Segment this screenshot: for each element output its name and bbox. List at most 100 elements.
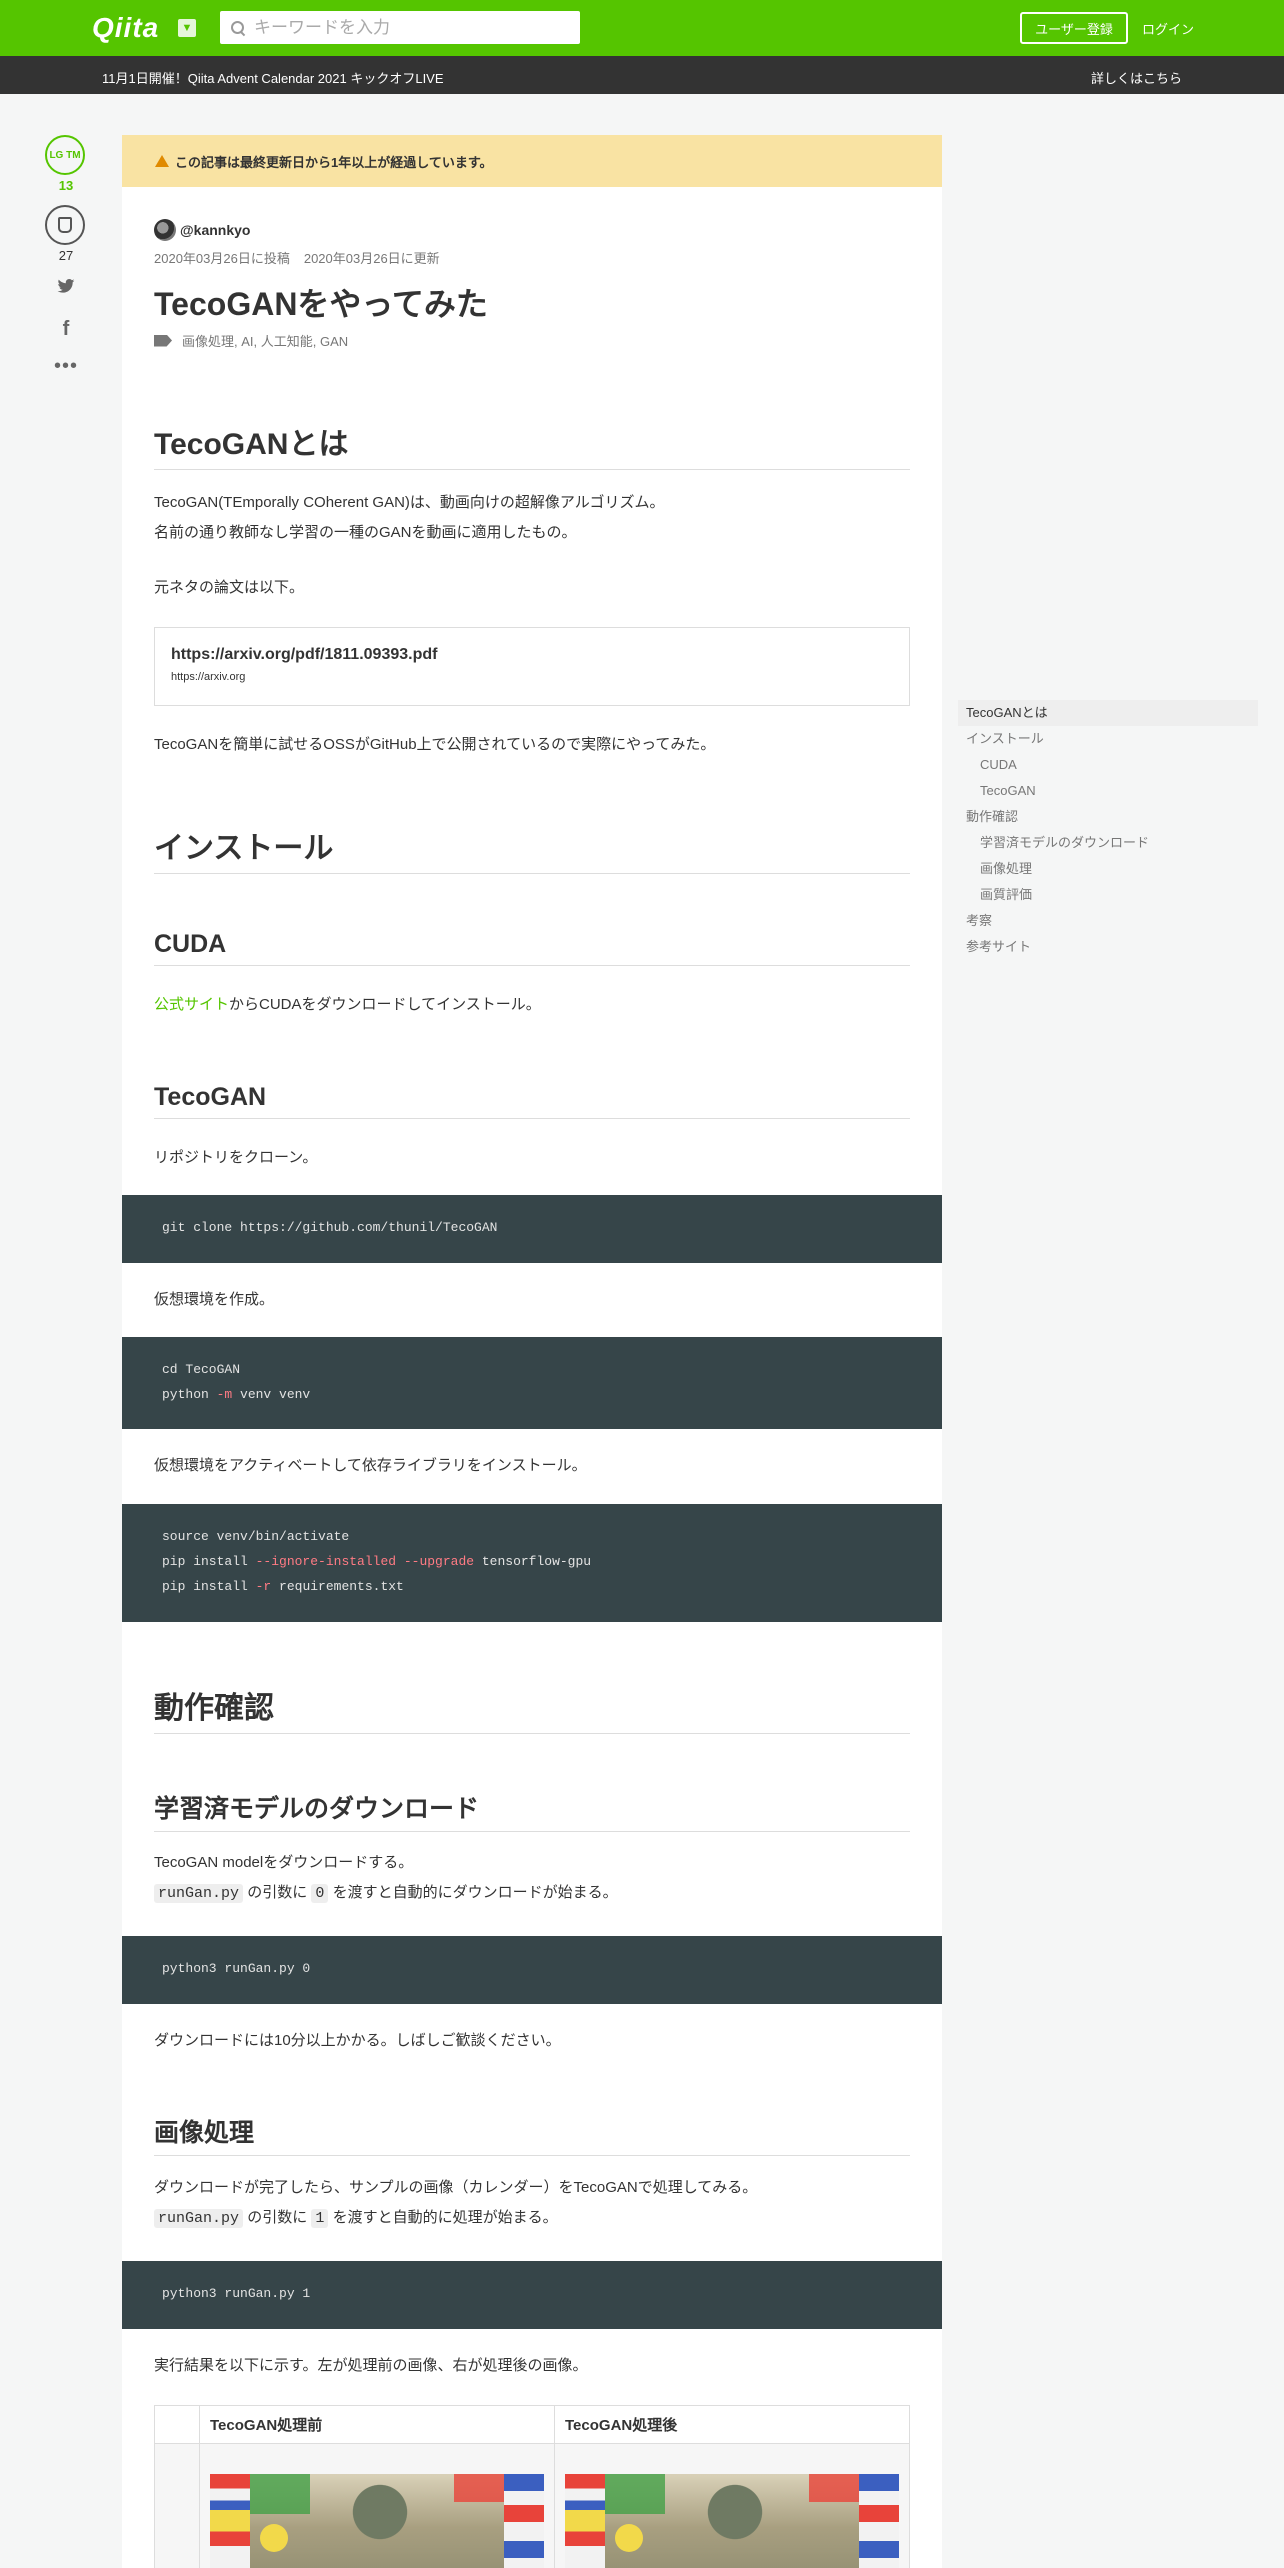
qiita-logo[interactable]: Qiita — [92, 12, 159, 44]
page-title: TecoGANをやってみた — [154, 286, 488, 322]
text-line: TecoGAN(TEmporally COherent GAN)は、動画向けの超… — [154, 494, 665, 511]
paragraph: 元ネタの論文は以下。 — [154, 579, 305, 596]
toc-item[interactable]: 画質評価 — [958, 882, 1258, 908]
article-actions: LG TM 13 27 f ••• — [44, 135, 88, 378]
toc-item[interactable]: TecoGAN — [958, 778, 1258, 804]
author[interactable]: @kannkyo — [154, 219, 250, 241]
heading-image-processing: 画像処理 — [154, 2113, 910, 2156]
twitter-share[interactable] — [44, 277, 88, 298]
heading-tecogan: TecoGAN — [154, 1083, 910, 1119]
image-detail — [675, 2482, 795, 2542]
code-option: -m — [216, 1387, 233, 1402]
code-line: git clone https://github.com/thunil/Teco… — [162, 1220, 498, 1235]
code-text: requirements.txt — [271, 1579, 404, 1594]
image-detail — [565, 2474, 605, 2568]
text-line: ダウンロードが完了したら、サンプルの画像（カレンダー）をTecoGANで処理して… — [154, 2179, 758, 2196]
announcement-text[interactable]: 11月1日開催！Qiita Advent Calendar 2021 キックオフ… — [102, 68, 444, 87]
heading-tecogan-overview: TecoGANとは — [154, 419, 910, 470]
image-detail — [260, 2524, 288, 2552]
search-box[interactable] — [220, 11, 580, 44]
search-input[interactable] — [254, 17, 554, 38]
updated-date[interactable]: 2020年03月26日に更新 — [304, 251, 440, 266]
article-dates: 2020年03月26日に投稿 2020年03月26日に更新 — [154, 248, 454, 267]
toc-item[interactable]: 画像処理 — [958, 856, 1258, 882]
calendar-image-after[interactable] — [565, 2474, 899, 2568]
paragraph: TecoGAN modelをダウンロードする。 runGan.py の引数に 0… — [154, 1848, 910, 1909]
toc-item[interactable]: TecoGANとは — [958, 700, 1258, 726]
table-header-cell — [154, 2405, 200, 2444]
inline-code: runGan.py — [154, 1884, 244, 1903]
paragraph: ダウンロードには10分以上かかる。しばしご歓談ください。 — [154, 2032, 561, 2049]
signup-button[interactable]: ユーザー登録 — [1020, 12, 1128, 44]
toc-item[interactable]: 参考サイト — [958, 934, 1258, 960]
image-detail — [320, 2482, 440, 2542]
code-option: -r — [255, 1579, 272, 1594]
code-text: venv venv — [232, 1387, 311, 1402]
image-detail — [859, 2474, 899, 2568]
announcement-bar: 11月1日開催！Qiita Advent Calendar 2021 キックオフ… — [0, 56, 1284, 94]
paragraph: ダウンロードが完了したら、サンプルの画像（カレンダー）をTecoGANで処理して… — [154, 2173, 910, 2234]
code-line: python3 runGan.py 1 — [162, 2286, 311, 2301]
paragraph: 公式サイトからCUDAをダウンロードしてインストール。 — [154, 990, 910, 1020]
text-line: TecoGAN modelをダウンロードする。 — [154, 1854, 414, 1871]
code-block[interactable]: git clone https://github.com/thunil/Teco… — [122, 1195, 942, 1263]
image-detail — [250, 2474, 310, 2514]
inline-code: 0 — [311, 1884, 329, 1903]
code-block[interactable]: python3 runGan.py 1 — [122, 2261, 942, 2329]
text-line: runGan.py の引数に 1 を渡すと自動的に処理が始まる。 — [154, 2203, 910, 2234]
paragraph: リポジトリをクローン。 — [154, 1149, 318, 1166]
code-line: pip install --ignore-installed --upgrade… — [162, 1549, 902, 1574]
code-option: --ignore-installed --upgrade — [255, 1554, 475, 1569]
article: この記事は最終更新日から1年以上が経過しています。 @kannkyo 2020年… — [122, 135, 942, 2568]
global-header: Qiita ▼ ユーザー登録 ログイン — [0, 0, 1284, 56]
link-card-host: https://arxiv.org — [171, 671, 246, 683]
code-line: python -m venv venv — [162, 1382, 902, 1407]
chevron-down-icon[interactable]: ▼ — [178, 19, 196, 37]
tags-text[interactable]: 画像処理, AI, 人工知能, GAN — [182, 331, 348, 350]
author-name[interactable]: @kannkyo — [180, 222, 250, 238]
paragraph: 実行結果を以下に示す。左が処理前の画像、右が処理後の画像。 — [154, 2357, 588, 2374]
heading-install: インストール — [154, 823, 910, 874]
login-link[interactable]: ログイン — [1142, 19, 1194, 38]
toc-item[interactable]: インストール — [958, 726, 1258, 752]
image-detail — [454, 2474, 504, 2502]
avatar[interactable] — [154, 219, 176, 241]
announcement-more-link[interactable]: 詳しくはこちら — [1091, 68, 1182, 87]
code-block[interactable]: source venv/bin/activate pip install --i… — [122, 1504, 942, 1622]
twitter-icon — [57, 279, 75, 293]
link-card[interactable]: https://arxiv.org/pdf/1811.09393.pdf htt… — [154, 627, 910, 706]
link-card-title[interactable]: https://arxiv.org/pdf/1811.09393.pdf — [171, 646, 893, 664]
lgtm-button[interactable]: LG TM — [45, 135, 85, 175]
table-header-cell: TecoGAN処理後 — [554, 2405, 910, 2444]
more-icon[interactable]: ••• — [44, 355, 88, 378]
calendar-image-before[interactable] — [210, 2474, 544, 2568]
code-line: source venv/bin/activate — [162, 1529, 350, 1544]
table-of-contents: TecoGANとは インストール CUDA TecoGAN 動作確認 学習済モデ… — [958, 700, 1258, 960]
image-detail — [504, 2474, 544, 2568]
text-span: を渡すと自動的にダウンロードが始まる。 — [332, 1884, 618, 1901]
table-row — [154, 2443, 910, 2568]
stock-button[interactable] — [45, 205, 85, 245]
heading-verification: 動作確認 — [154, 1683, 910, 1734]
image-detail — [605, 2474, 665, 2514]
inline-code: 1 — [311, 2209, 329, 2228]
comparison-table: TecoGAN処理前 TecoGAN処理後 — [154, 2405, 910, 2568]
code-text: python — [162, 1387, 217, 1402]
table-cell — [199, 2443, 555, 2568]
text-line: runGan.py の引数に 0 を渡すと自動的にダウンロードが始まる。 — [154, 1878, 910, 1909]
code-block[interactable]: python3 runGan.py 0 — [122, 1936, 942, 2004]
toc-item[interactable]: CUDA — [958, 752, 1258, 778]
code-block[interactable]: cd TecoGAN python -m venv venv — [122, 1337, 942, 1429]
facebook-icon[interactable]: f — [44, 318, 88, 341]
official-site-link[interactable]: 公式サイト — [154, 996, 229, 1013]
toc-item[interactable]: 考察 — [958, 908, 1258, 934]
tag-icon — [154, 334, 172, 347]
paragraph: 仮想環境をアクティベートして依存ライブラリをインストール。 — [154, 1457, 587, 1474]
toc-item[interactable]: 動作確認 — [958, 804, 1258, 830]
text-span: からCUDAをダウンロードしてインストール。 — [229, 996, 541, 1013]
tag-list: 画像処理, AI, 人工知能, GAN — [154, 331, 348, 350]
heading-model-download: 学習済モデルのダウンロード — [154, 1789, 910, 1832]
search-icon — [230, 20, 246, 36]
code-line: cd TecoGAN — [162, 1362, 241, 1377]
toc-item[interactable]: 学習済モデルのダウンロード — [958, 830, 1258, 856]
